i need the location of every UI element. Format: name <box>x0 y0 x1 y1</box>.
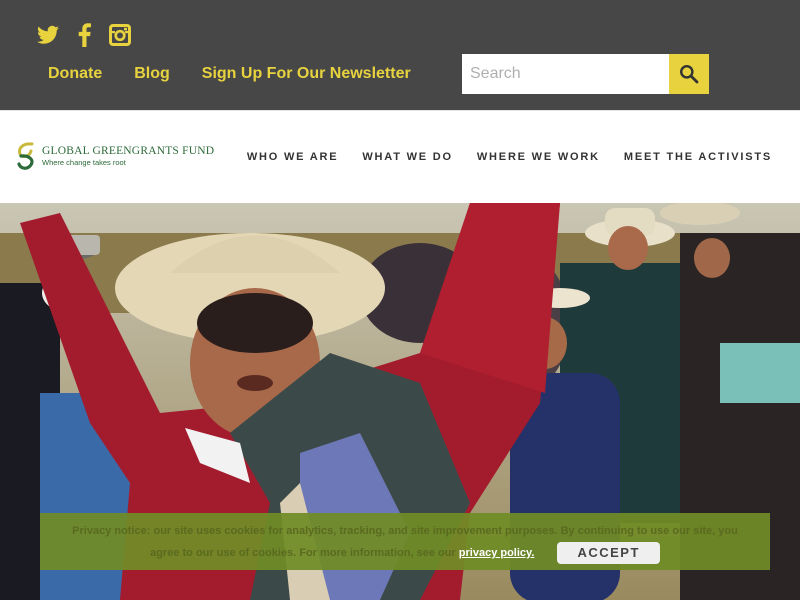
cookie-notice-text: Privacy notice: our site uses cookies fo… <box>70 521 740 564</box>
primary-nav: WHO WE ARE WHAT WE DO WHERE WE WORK MEET… <box>247 151 772 163</box>
newsletter-signup-link[interactable]: Sign Up For Our Newsletter <box>202 64 411 84</box>
accept-button[interactable]: ACCEPT <box>557 542 660 564</box>
social-links <box>36 22 132 48</box>
privacy-policy-link[interactable]: privacy policy. <box>459 547 535 559</box>
top-links: Donate Blog Sign Up For Our Newsletter <box>48 64 411 84</box>
logo-leaf-icon <box>17 142 34 170</box>
nav-where-we-work[interactable]: WHERE WE WORK <box>477 151 600 163</box>
search-form <box>462 54 709 94</box>
facebook-icon[interactable] <box>72 22 96 48</box>
nav-who-we-are[interactable]: WHO WE ARE <box>247 151 339 163</box>
search-input[interactable] <box>462 54 669 94</box>
search-icon <box>680 65 699 84</box>
search-button[interactable] <box>669 54 709 94</box>
cookie-notice: Privacy notice: our site uses cookies fo… <box>40 513 770 570</box>
donate-link[interactable]: Donate <box>48 64 102 84</box>
logo-tagline: Where change takes root <box>42 158 126 167</box>
nav-what-we-do[interactable]: WHAT WE DO <box>362 151 453 163</box>
logo[interactable]: GLOBAL GREENGRANTS FUND Where change tak… <box>16 141 214 171</box>
top-utility-bar: Donate Blog Sign Up For Our Newsletter <box>0 0 800 110</box>
instagram-icon[interactable] <box>108 22 132 48</box>
main-nav-bar: GLOBAL GREENGRANTS FUND Where change tak… <box>0 110 800 203</box>
logo-name: GLOBAL GREENGRANTS FUND <box>42 145 215 157</box>
blog-link[interactable]: Blog <box>134 64 170 84</box>
twitter-icon[interactable] <box>36 22 60 48</box>
nav-meet-the-activists[interactable]: MEET THE ACTIVISTS <box>624 151 772 163</box>
